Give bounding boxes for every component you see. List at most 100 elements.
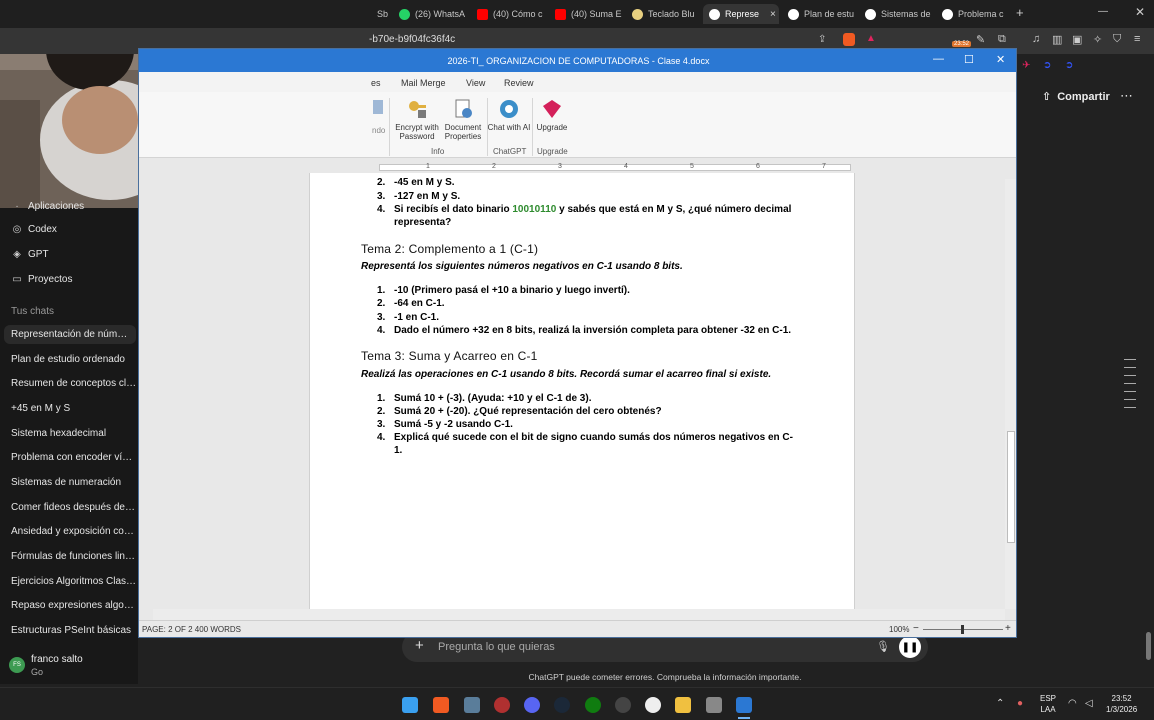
bookmark-icon[interactable]: ➲ [1043, 60, 1051, 71]
tab-view[interactable]: View [466, 78, 485, 88]
chatgpt-icon[interactable] [645, 697, 661, 713]
ribbon-partial-label[interactable]: ndo [372, 126, 385, 135]
bookmark-icon[interactable]: ➲ [1065, 60, 1073, 71]
encrypt-password-button[interactable]: Encrypt with Password [391, 98, 443, 141]
steam-icon[interactable] [554, 697, 570, 713]
close-icon[interactable]: ✕ [996, 53, 1005, 66]
tab-review[interactable]: Review [504, 78, 534, 88]
document-properties-button[interactable]: Document Properties [437, 98, 489, 141]
sidebar-item-codex[interactable]: ◎ Codex [11, 224, 137, 235]
browser-tab[interactable]: Teclado Blu [626, 4, 702, 24]
sidebar-toggle-icon[interactable]: ▥ [1052, 33, 1062, 46]
new-tab-button[interactable]: + [1016, 5, 1024, 20]
leo-ai-icon[interactable]: ✧ [1093, 33, 1102, 46]
browser-tab[interactable]: Sistemas de [859, 4, 935, 24]
undo-icon[interactable] [373, 100, 383, 114]
prompt-input[interactable]: Pregunta lo que quieras [438, 641, 555, 653]
vertical-scrollbar[interactable] [1005, 179, 1016, 609]
browser-tab[interactable]: (40) Cómo c [471, 4, 547, 24]
zoom-out-icon[interactable]: − [913, 623, 919, 634]
browser-tab[interactable]: Problema c [936, 4, 1012, 24]
other-app-icon[interactable] [706, 697, 722, 713]
chat-item[interactable]: Sistemas de numeración [11, 477, 137, 488]
sidebar-item-projects[interactable]: ▭ Proyectos [11, 274, 137, 285]
wifi-icon[interactable]: ◠ [1068, 698, 1077, 709]
chat-item[interactable]: Repaso expresiones algoritm... [11, 600, 137, 611]
browser-tab[interactable]: (26) WhatsA [393, 4, 467, 24]
brave-shield-icon[interactable] [843, 33, 855, 46]
document-page[interactable]: 2. -45 en M y S. 3. -127 en M y S. 4. Si re… [309, 173, 855, 611]
lang-layout: LAA [1040, 705, 1056, 714]
windows-start-icon[interactable] [402, 697, 418, 713]
wallet-icon[interactable]: ▣ [1072, 33, 1082, 46]
menu-icon[interactable]: ≡ [1134, 33, 1140, 45]
calculator-icon[interactable] [464, 697, 480, 713]
browser-tab[interactable]: Plan de estu [782, 4, 858, 24]
tab-mail-merge[interactable]: Mail Merge [401, 78, 446, 88]
browser-tab-active[interactable]: Represe × [703, 4, 779, 24]
close-tab-icon[interactable]: × [770, 9, 776, 20]
tab-label: Represe [725, 9, 760, 19]
chat-item[interactable]: Problema con encoder vídeo [11, 452, 137, 463]
chatgpt-icon [788, 8, 799, 20]
chat-item[interactable]: Ansiedad y exposición contr... [11, 526, 137, 537]
brave-rewards-icon[interactable]: ▲ [866, 33, 876, 44]
share-page-icon[interactable]: ⇪ [818, 34, 826, 45]
user-profile[interactable]: FS franco salto Go [0, 650, 138, 684]
volume-icon[interactable]: ◁ [1085, 698, 1093, 709]
file-explorer-icon[interactable] [675, 697, 691, 713]
app-icon[interactable] [494, 697, 510, 713]
chat-item[interactable]: Plan de estudio ordenado [11, 354, 137, 365]
chat-item[interactable]: Estructuras PSeInt básicas [11, 625, 137, 636]
scrollbar-thumb[interactable] [1146, 632, 1151, 660]
scrollbar-thumb[interactable] [1007, 431, 1015, 543]
chat-item[interactable]: Fórmulas de funciones lineal... [11, 551, 137, 562]
chat-item[interactable]: +45 en M y S [11, 403, 137, 414]
microphone-icon[interactable]: 🎙 [876, 640, 890, 653]
minimize-icon[interactable]: — [933, 53, 944, 65]
chat-item[interactable]: Comer fideos después de ho... [11, 502, 137, 513]
bookmark-icon[interactable]: ✈ [1022, 60, 1030, 71]
maximize-icon[interactable]: ☐ [964, 53, 974, 66]
scroll-minimap[interactable] [1124, 359, 1136, 409]
tab-partial[interactable]: es [371, 78, 381, 88]
system-clock[interactable]: 23:52 1/3/2026 [1106, 693, 1137, 715]
browser-tab[interactable]: (40) Suma E [549, 4, 623, 24]
music-icon[interactable]: ♫ [1032, 33, 1040, 45]
discord-icon[interactable] [524, 697, 540, 713]
list-number: 2. [377, 298, 386, 309]
chat-main-area: ✈ ➲ ➲ ⇧ Compartir ⋯ [1016, 54, 1154, 684]
brave-icon[interactable] [433, 697, 449, 713]
ruler-bar [379, 164, 851, 171]
sidebar-item-apps[interactable]: · Aplicaciones [11, 201, 137, 212]
chat-item[interactable]: Resumen de conceptos claves [11, 378, 137, 389]
extension-icon[interactable]: ⧉ [998, 33, 1006, 46]
voice-mode-icon[interactable]: ❚❚ [899, 636, 921, 658]
share-button[interactable]: ⇧ Compartir [1042, 90, 1110, 104]
chat-item[interactable]: Sistema hexadecimal [11, 428, 137, 439]
add-attachment-button[interactable]: + [415, 637, 424, 654]
chat-item-active[interactable]: Representación de números [4, 325, 136, 344]
word-icon[interactable] [736, 697, 752, 713]
chat-item[interactable]: Ejercicios Algoritmos Clase 4 [11, 576, 137, 587]
zoom-in-icon[interactable]: + [1005, 623, 1011, 634]
more-options-icon[interactable]: ⋯ [1120, 88, 1133, 104]
upgrade-button[interactable]: Upgrade [526, 98, 578, 132]
input-language[interactable]: ESP LAA [1040, 693, 1056, 715]
horizontal-scrollbar[interactable] [153, 609, 1005, 620]
chatgpt-icon [709, 8, 720, 20]
extensions-icon[interactable]: ✎ [976, 33, 985, 46]
xbox-icon[interactable] [585, 697, 601, 713]
close-window-icon[interactable]: ✕ [1135, 5, 1145, 19]
url-text[interactable]: -b70e-b9f04fc36f4c [369, 34, 455, 45]
zoom-level[interactable]: 100% [889, 625, 909, 634]
show-hidden-icons-icon[interactable]: ⌃ [996, 698, 1004, 709]
vpn-shield-icon[interactable]: ⛉ [1113, 33, 1121, 46]
zoom-slider-thumb[interactable] [961, 625, 964, 634]
minimize-window-icon[interactable]: — [1098, 6, 1108, 17]
ribbon-tabs: es Mail Merge View Review [139, 72, 1016, 92]
chatgpt-icon [865, 8, 876, 20]
microphone-in-use-icon[interactable]: ● [1017, 698, 1023, 709]
gog-icon[interactable] [615, 697, 631, 713]
sidebar-item-gpt[interactable]: ◈ GPT [11, 249, 137, 260]
